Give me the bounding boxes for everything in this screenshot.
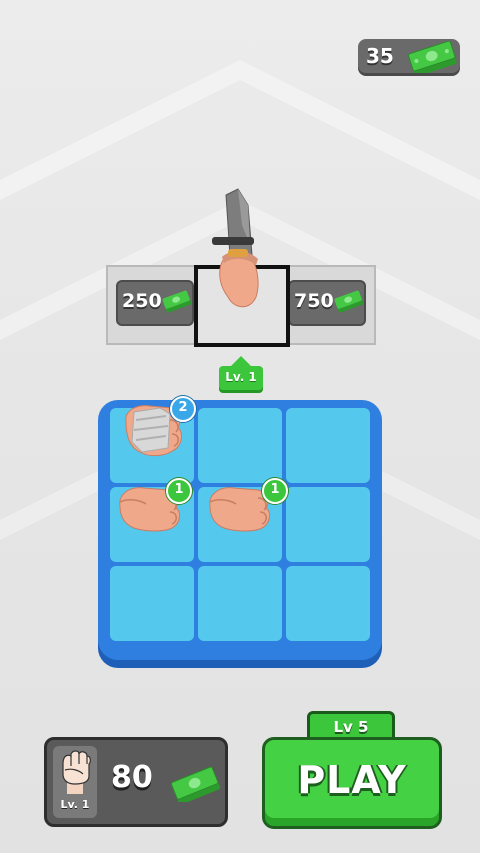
unit-thumbnail: Lv. 1 bbox=[53, 746, 97, 818]
board-cell[interactable] bbox=[286, 566, 370, 641]
raised-fist-icon bbox=[62, 750, 91, 794]
game-screen: 35 250 750 Lv. 1 2 1 1 Lv. 1 80 Lv 5 PLA… bbox=[0, 0, 480, 853]
board-cell[interactable] bbox=[198, 566, 282, 641]
board-level-tag: Lv. 1 bbox=[219, 356, 263, 390]
knife-hand-icon bbox=[212, 188, 259, 308]
board-cell[interactable] bbox=[286, 408, 370, 483]
play-button[interactable]: PLAY bbox=[262, 737, 442, 829]
buy-unit-button[interactable]: Lv. 1 80 bbox=[44, 737, 228, 827]
cash-stack-icon bbox=[408, 41, 457, 73]
weapon-slot-right[interactable]: 750 bbox=[288, 280, 366, 326]
cash-stack-icon bbox=[334, 290, 364, 313]
unit-level-badge: 1 bbox=[166, 478, 192, 504]
weapon-slot-left[interactable]: 250 bbox=[116, 280, 194, 326]
unit-level-badge: 2 bbox=[170, 396, 196, 422]
cash-stack-icon bbox=[162, 290, 192, 313]
unit-cost: 80 bbox=[111, 760, 153, 795]
left-slot-price: 250 bbox=[122, 290, 162, 312]
board-cell[interactable] bbox=[198, 408, 282, 483]
unit-level-value: 1 bbox=[270, 482, 280, 497]
unit-level-value: 1 bbox=[174, 482, 184, 497]
board-cell[interactable] bbox=[110, 566, 194, 641]
unit-level-badge: 1 bbox=[262, 478, 288, 504]
currency-counter: 35 bbox=[358, 39, 460, 73]
unit-level-label: Lv. 1 bbox=[60, 798, 90, 811]
stage-level-label: Lv 5 bbox=[333, 718, 369, 736]
board-level-label: Lv. 1 bbox=[225, 370, 257, 384]
currency-amount: 35 bbox=[366, 44, 394, 68]
board-cell[interactable] bbox=[286, 487, 370, 562]
cash-stack-icon bbox=[170, 766, 221, 802]
play-button-label: PLAY bbox=[297, 758, 407, 802]
unit-level-value: 2 bbox=[178, 400, 188, 415]
right-slot-price: 750 bbox=[294, 290, 334, 312]
